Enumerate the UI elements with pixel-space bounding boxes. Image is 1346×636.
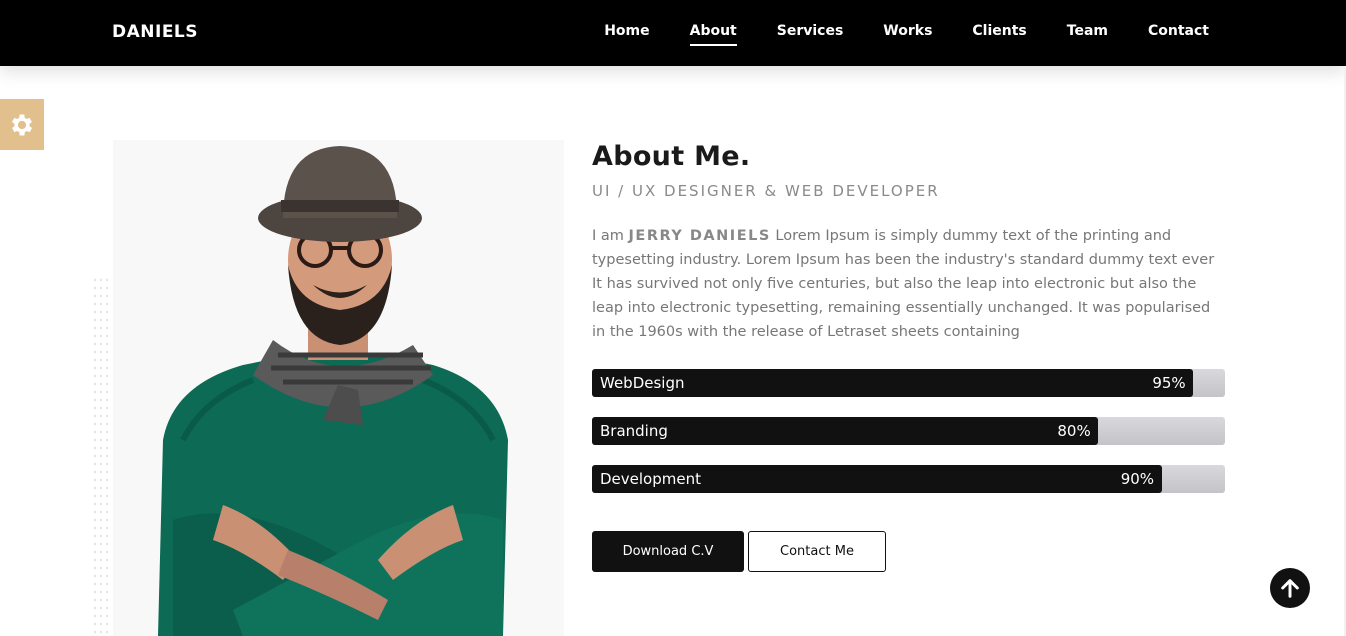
skill-name: Branding bbox=[600, 422, 668, 440]
skill-name: Development bbox=[600, 470, 701, 488]
about-section: About Me. UI / UX DESIGNER & WEB DEVELOP… bbox=[592, 141, 1225, 572]
decorative-dots bbox=[92, 276, 108, 636]
bio-paragraph: I am JERRY DANIELS Lorem Ipsum is simply… bbox=[592, 224, 1222, 344]
bio-text: Lorem Ipsum is simply dummy text of the … bbox=[592, 228, 1215, 340]
skills-list: WebDesign 95% Branding 80% Development 9… bbox=[592, 369, 1225, 493]
arrow-up-icon bbox=[1281, 579, 1299, 598]
nav-services[interactable]: Services bbox=[777, 23, 844, 45]
page-title: About Me. bbox=[592, 141, 751, 172]
skill-bar-development: Development 90% bbox=[592, 465, 1225, 493]
nav-about[interactable]: About bbox=[689, 23, 737, 46]
bio-name: JERRY DANIELS bbox=[628, 228, 771, 244]
skill-percent: 95% bbox=[1152, 374, 1186, 392]
nav-home[interactable]: Home bbox=[604, 23, 649, 45]
skill-percent: 90% bbox=[1120, 470, 1155, 488]
skill-bar-webdesign: WebDesign 95% bbox=[592, 369, 1225, 397]
contact-me-button[interactable]: Contact Me bbox=[748, 531, 886, 572]
nav-clients[interactable]: Clients bbox=[972, 23, 1026, 45]
skill-bar-branding: Branding 80% bbox=[592, 417, 1225, 445]
settings-toggle-button[interactable] bbox=[0, 99, 44, 150]
bio-prefix: I am bbox=[592, 228, 629, 244]
action-buttons: Download C.V Contact Me bbox=[592, 531, 886, 572]
nav-contact[interactable]: Contact bbox=[1148, 23, 1209, 45]
nav-works[interactable]: Works bbox=[883, 23, 932, 45]
skill-percent: 80% bbox=[1057, 422, 1091, 440]
skill-fill bbox=[592, 417, 1099, 445]
site-header: DANIELS Home About Services Works Client… bbox=[0, 0, 1346, 66]
profile-photo bbox=[113, 140, 564, 636]
portrait-illustration bbox=[158, 146, 508, 636]
gear-icon bbox=[11, 114, 33, 135]
skill-name: WebDesign bbox=[600, 374, 685, 392]
subtitle: UI / UX DESIGNER & WEB DEVELOPER bbox=[592, 182, 940, 200]
scroll-to-top-button[interactable] bbox=[1270, 568, 1310, 608]
nav-team[interactable]: Team bbox=[1067, 23, 1108, 45]
main-nav: Home About Services Works Clients Team C… bbox=[604, 23, 1209, 46]
download-cv-button[interactable]: Download C.V bbox=[592, 531, 744, 572]
brand-logo[interactable]: DANIELS bbox=[112, 22, 198, 42]
